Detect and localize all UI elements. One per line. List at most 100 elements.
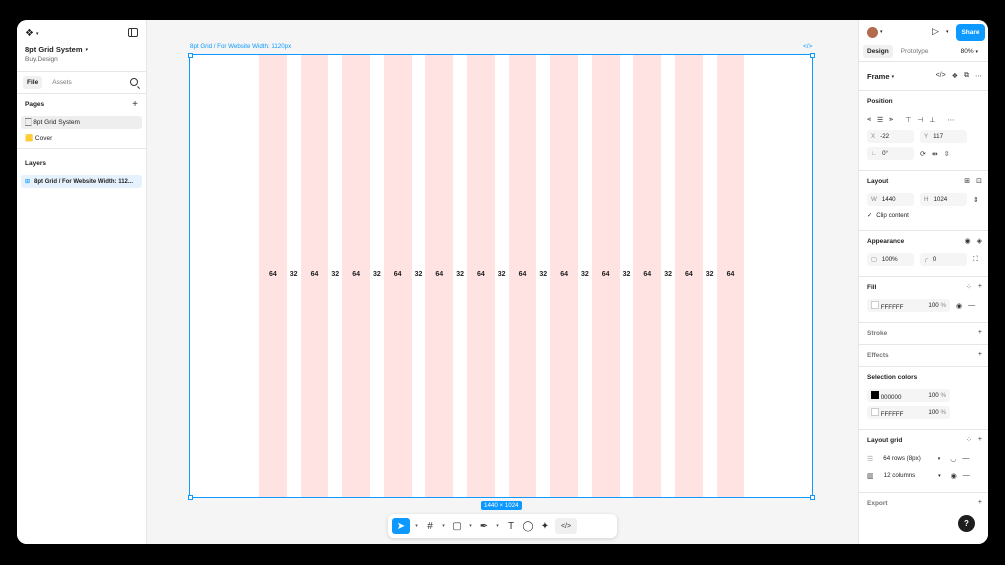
- chevron-down-icon: ▾: [891, 73, 895, 80]
- resize-handle-top-right[interactable]: [810, 53, 815, 58]
- fill-field[interactable]: FFFFFF 100 %: [867, 299, 950, 312]
- share-button[interactable]: Share: [956, 24, 985, 41]
- styles-icon[interactable]: ⁘: [966, 436, 972, 444]
- eye-icon[interactable]: ◉: [956, 302, 962, 310]
- chevron-down-icon[interactable]: ▾: [494, 523, 501, 529]
- x-field[interactable]: X -22: [867, 130, 914, 143]
- eye-icon[interactable]: ◉: [965, 237, 971, 245]
- align-right-icon[interactable]: ⫸: [889, 116, 893, 124]
- file-team[interactable]: Buy.Design: [25, 56, 58, 63]
- more-icon[interactable]: ⋯: [975, 72, 982, 80]
- file-title[interactable]: 8pt Grid System ▾: [25, 45, 88, 54]
- tab-design[interactable]: Design: [863, 45, 893, 58]
- independent-corners-icon[interactable]: ⛶: [973, 256, 978, 264]
- align-center-icon[interactable]: ☰: [877, 116, 883, 124]
- selection-colors-heading: Selection colors: [867, 373, 918, 381]
- zoom-dropdown[interactable]: 80% ▾: [961, 48, 978, 55]
- drop-icon[interactable]: ◈: [977, 237, 982, 245]
- code-icon[interactable]: </>: [936, 72, 946, 80]
- actions-tool-icon[interactable]: ✦: [538, 518, 552, 534]
- frame-name-label[interactable]: 8pt Grid / For Website Width: 1120px: [190, 43, 291, 50]
- chevron-down-icon[interactable]: ▾: [880, 29, 883, 35]
- rotate-icon[interactable]: ⟳: [920, 150, 926, 158]
- align-top-icon[interactable]: ⊤: [905, 116, 911, 124]
- opacity-field[interactable]: ▢ 100%: [867, 253, 914, 266]
- dev-mode-toggle-icon[interactable]: </>: [555, 518, 577, 534]
- rectangle-tool-icon[interactable]: ▢: [450, 518, 464, 534]
- layer-item-frame[interactable]: ⊞ 8pt Grid / For Website Width: 112...: [21, 175, 142, 188]
- fill-opacity: 100: [928, 302, 939, 309]
- align-middle-icon[interactable]: ⊣: [917, 116, 923, 124]
- canvas[interactable]: 8pt Grid / For Website Width: 1120px </>…: [147, 20, 858, 544]
- height-field[interactable]: H 1024: [920, 193, 967, 206]
- tab-file[interactable]: File: [23, 76, 43, 89]
- selection-color-field[interactable]: FFFFFF 100 %: [867, 406, 950, 419]
- grid-layout-icon[interactable]: ⊡: [976, 177, 982, 185]
- tab-prototype[interactable]: Prototype: [897, 45, 933, 58]
- help-button[interactable]: ?: [958, 515, 975, 532]
- chevron-down-icon[interactable]: ▾: [440, 523, 447, 529]
- more-icon[interactable]: ⋯: [948, 116, 955, 124]
- page-item-grid-system[interactable]: 🏻 8pt Grid System: [21, 116, 142, 129]
- rows-grid-dropdown[interactable]: 64 rows (8px) ▾: [879, 452, 945, 465]
- flip-vertical-icon[interactable]: ⇳: [944, 150, 950, 158]
- fill-row: FFFFFF 100 % ◉ —: [867, 297, 980, 314]
- rotation-field[interactable]: ∟ 0°: [867, 147, 914, 160]
- columns-grid-icon[interactable]: ▥: [867, 472, 874, 480]
- add-fill-icon[interactable]: +: [978, 283, 982, 291]
- eye-icon[interactable]: ◉: [951, 472, 957, 480]
- chevron-down-icon[interactable]: ▾: [946, 29, 949, 35]
- remove-grid-icon[interactable]: —: [962, 455, 969, 462]
- frame-tool-icon[interactable]: #: [423, 518, 437, 534]
- clip-content-checkbox[interactable]: ✓ Clip content: [867, 208, 980, 222]
- remove-fill-icon[interactable]: —: [968, 302, 975, 309]
- styles-icon[interactable]: ⁘: [966, 283, 972, 291]
- y-value: 117: [933, 133, 944, 140]
- constrain-proportions-icon[interactable]: ⇕: [973, 196, 979, 204]
- eye-hidden-icon[interactable]: ◡: [950, 455, 956, 463]
- align-left-icon[interactable]: ⫷: [867, 116, 871, 124]
- figma-menu-button[interactable]: ❖ ▾: [25, 28, 38, 39]
- y-field[interactable]: Y 117: [920, 130, 967, 143]
- rows-grid-icon[interactable]: ☰: [867, 455, 873, 463]
- stroke-actions: +: [978, 329, 982, 336]
- right-header: ▾ ▷ ▾ Share: [859, 20, 988, 42]
- export-actions: +: [978, 499, 982, 506]
- boolean-icon[interactable]: ⧉: [964, 72, 969, 80]
- add-stroke-icon[interactable]: +: [978, 329, 982, 336]
- width-field[interactable]: W 1440: [867, 193, 914, 206]
- add-effect-icon[interactable]: +: [978, 351, 982, 358]
- chevron-down-icon[interactable]: ▾: [413, 523, 420, 529]
- component-icon[interactable]: ❖: [952, 72, 958, 80]
- add-grid-icon[interactable]: +: [978, 436, 982, 444]
- add-page-icon[interactable]: +: [132, 99, 138, 110]
- text-tool-icon[interactable]: T: [504, 518, 518, 534]
- flip-horizontal-icon[interactable]: ⇹: [932, 150, 938, 158]
- remove-grid-icon[interactable]: —: [963, 472, 970, 479]
- avatar[interactable]: [867, 27, 878, 38]
- tab-assets[interactable]: Assets: [48, 76, 76, 89]
- sidebar-toggle-icon[interactable]: [128, 28, 138, 37]
- pen-tool-icon[interactable]: ✒: [477, 518, 491, 534]
- selection-color-field[interactable]: 000000 100 %: [867, 389, 950, 402]
- grid-frame[interactable]: 64 32 64 32 64 32 64 32 64 32 64 32 64 32 64 32 64 32 64 32…: [189, 54, 813, 498]
- gutter-width-label: 32: [705, 271, 714, 278]
- comment-tool-icon[interactable]: ◯: [521, 518, 535, 534]
- present-icon[interactable]: ▷: [932, 26, 939, 37]
- resize-handle-bottom-right[interactable]: [810, 495, 815, 500]
- page-item-cover[interactable]: 🟨 Cover: [21, 131, 142, 144]
- chevron-down-icon[interactable]: ▾: [467, 523, 474, 529]
- columns-grid-dropdown[interactable]: 12 columns ▾: [879, 469, 945, 482]
- dev-mode-icon[interactable]: </>: [803, 43, 812, 50]
- search-icon[interactable]: [130, 78, 138, 86]
- column-width-label: 64: [518, 271, 527, 278]
- add-export-icon[interactable]: +: [978, 499, 982, 506]
- corner-radius-icon: ╭: [924, 256, 928, 263]
- column-width-label: 64: [726, 271, 735, 278]
- resize-handle-top-left[interactable]: [188, 53, 193, 58]
- resize-handle-bottom-left[interactable]: [188, 495, 193, 500]
- auto-layout-icon[interactable]: ⊞: [964, 177, 970, 185]
- corner-radius-field[interactable]: ╭ 0: [920, 253, 967, 266]
- align-bottom-icon[interactable]: ⊥: [929, 116, 935, 124]
- move-tool-icon[interactable]: ➤: [392, 518, 410, 534]
